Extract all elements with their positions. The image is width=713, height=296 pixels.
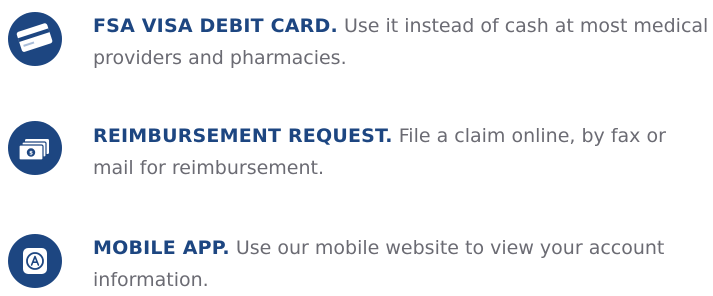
credit-card-icon xyxy=(8,12,62,66)
mobile-app-icon xyxy=(8,234,62,288)
benefit-text-mobile-app: MOBILE APP. Use our mobile website to vi… xyxy=(93,232,711,296)
benefit-text-debit-card: FSA VISA DEBIT CARD. Use it instead of c… xyxy=(93,10,711,74)
benefit-heading: REIMBURSEMENT REQUEST. xyxy=(93,125,393,147)
cash-stack-icon: $ xyxy=(8,121,62,175)
benefit-heading: MOBILE APP. xyxy=(93,237,230,259)
benefit-heading: FSA VISA DEBIT CARD. xyxy=(93,15,338,37)
benefit-text-reimbursement: REIMBURSEMENT REQUEST. File a claim onli… xyxy=(93,120,711,184)
svg-text:$: $ xyxy=(29,151,33,157)
